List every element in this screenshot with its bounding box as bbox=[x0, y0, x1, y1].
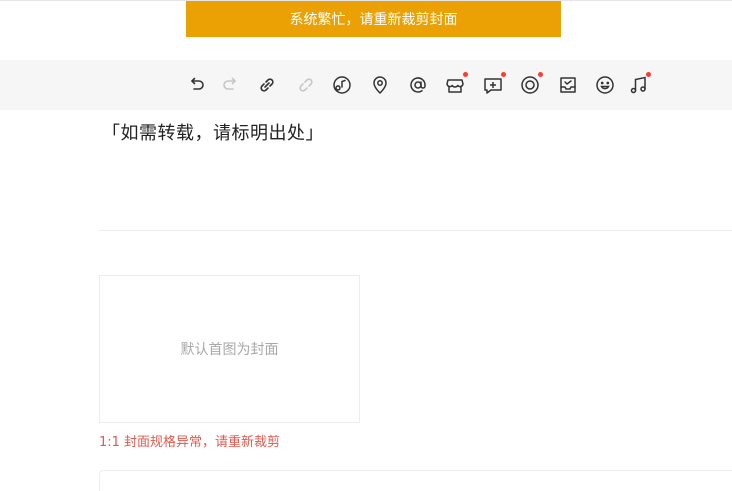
notification-dot bbox=[646, 72, 651, 77]
undo-button[interactable] bbox=[186, 74, 208, 96]
music-disc-button[interactable] bbox=[331, 74, 353, 96]
music-note-button[interactable] bbox=[627, 72, 651, 96]
redo-icon bbox=[223, 77, 236, 90]
redo-button[interactable] bbox=[219, 74, 241, 96]
gift-message-icon bbox=[484, 78, 502, 94]
error-toast: 系统繁忙，请重新裁剪封面 bbox=[186, 1, 561, 37]
inbox-check-icon bbox=[560, 77, 576, 93]
circle-target-button[interactable] bbox=[519, 72, 543, 96]
mention-button[interactable] bbox=[407, 74, 429, 96]
cover-upload-box[interactable]: 默认首图为封面 bbox=[99, 275, 360, 423]
circle-target-icon bbox=[521, 76, 539, 94]
link-button[interactable] bbox=[256, 74, 278, 96]
editor-toolbar bbox=[0, 60, 732, 110]
unlink-icon bbox=[299, 78, 313, 92]
shop-button[interactable] bbox=[444, 72, 468, 96]
music-note-icon bbox=[630, 76, 646, 94]
undo-icon bbox=[191, 77, 204, 90]
inbox-check-button[interactable] bbox=[557, 74, 579, 96]
cover-error-message: 1:1 封面规格异常，请重新裁剪 bbox=[99, 435, 281, 450]
unlink-button[interactable] bbox=[295, 74, 317, 96]
toast-message: 系统繁忙，请重新裁剪封面 bbox=[289, 12, 458, 28]
next-section-box bbox=[99, 470, 732, 491]
notification-dot bbox=[501, 72, 506, 77]
cover-placeholder: 默认首图为封面 bbox=[180, 342, 279, 358]
link-icon bbox=[260, 78, 274, 92]
emoji-button[interactable] bbox=[594, 74, 616, 96]
music-disc-icon bbox=[333, 76, 351, 94]
location-button[interactable] bbox=[369, 74, 391, 96]
shop-icon bbox=[446, 79, 464, 93]
location-pin-icon bbox=[373, 76, 387, 95]
gift-message-button[interactable] bbox=[482, 72, 506, 96]
notification-dot bbox=[538, 72, 543, 77]
at-mention-icon bbox=[410, 77, 426, 93]
emoji-icon bbox=[596, 76, 614, 94]
reprint-statement: 「如需转载，请标明出处」 bbox=[102, 123, 324, 144]
section-divider bbox=[99, 230, 732, 231]
notification-dot bbox=[463, 72, 468, 77]
